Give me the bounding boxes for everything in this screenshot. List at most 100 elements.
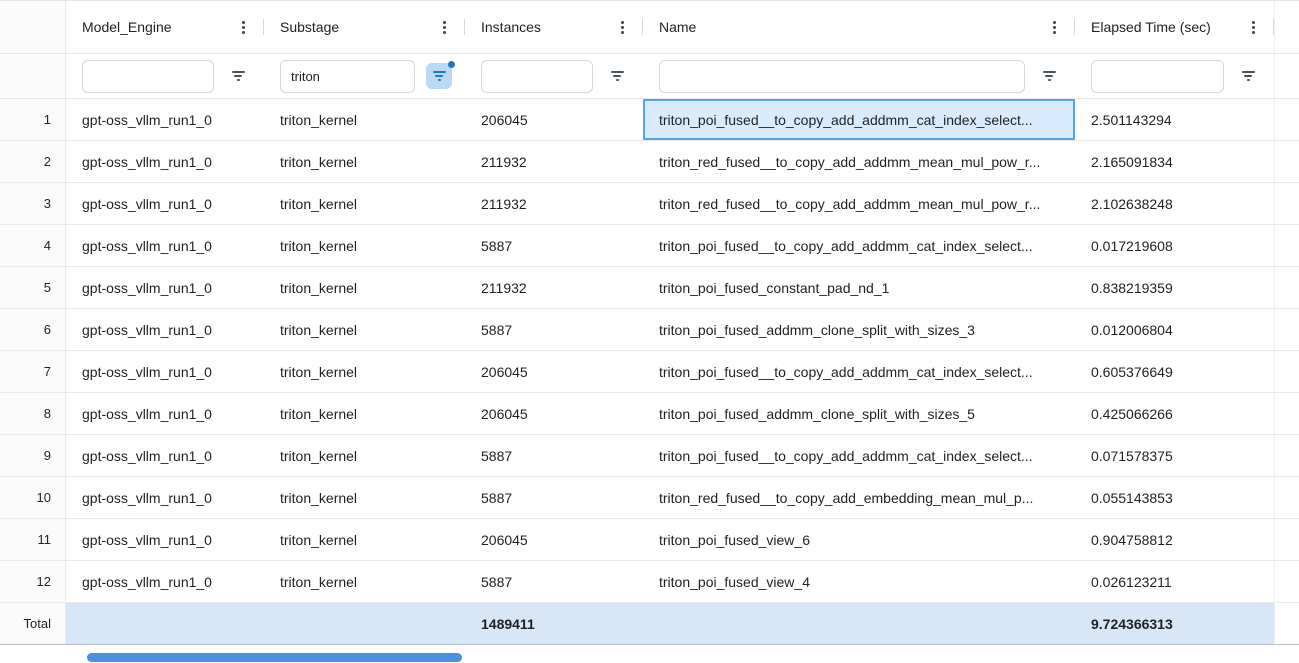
substage-filter-input[interactable] — [280, 60, 415, 93]
cell-name[interactable]: triton_poi_fused_addmm_clone_split_with_… — [643, 309, 1075, 350]
cell-model-engine[interactable]: gpt-oss_vllm_run1_0 — [66, 183, 264, 224]
filter-menu-button[interactable] — [1235, 63, 1261, 89]
column-menu-icon[interactable] — [232, 15, 254, 39]
filter-row — [0, 54, 1299, 99]
row-number: 4 — [0, 225, 66, 266]
table-row: 7gpt-oss_vllm_run1_0triton_kernel206045t… — [0, 351, 1299, 393]
instances-filter-input[interactable] — [481, 60, 593, 93]
total-instances-value: 1489411 — [465, 603, 643, 644]
table-row: 6gpt-oss_vllm_run1_0triton_kernel5887tri… — [0, 309, 1299, 351]
cell-elapsed[interactable]: 2.102638248 — [1075, 183, 1274, 224]
cell-instances[interactable]: 5887 — [465, 309, 643, 350]
cell-instances[interactable]: 206045 — [465, 519, 643, 560]
cell-name[interactable]: triton_red_fused__to_copy_add_embedding_… — [643, 477, 1075, 518]
cell-model-engine[interactable]: gpt-oss_vllm_run1_0 — [66, 519, 264, 560]
model-engine-filter-input[interactable] — [82, 60, 214, 93]
cell-instances[interactable]: 211932 — [465, 267, 643, 308]
filter-menu-button[interactable] — [604, 63, 630, 89]
cell-instances[interactable]: 206045 — [465, 99, 643, 140]
cell-instances[interactable]: 5887 — [465, 435, 643, 476]
cell-name[interactable]: triton_red_fused__to_copy_add_addmm_mean… — [643, 183, 1075, 224]
cell-model-engine[interactable]: gpt-oss_vllm_run1_0 — [66, 351, 264, 392]
column-menu-icon[interactable] — [1043, 15, 1065, 39]
cell-substage[interactable]: triton_kernel — [264, 561, 465, 602]
cell-substage[interactable]: triton_kernel — [264, 183, 465, 224]
row-number: 2 — [0, 141, 66, 182]
column-header-name[interactable]: Name — [643, 1, 1075, 53]
table-row: 8gpt-oss_vllm_run1_0triton_kernel206045t… — [0, 393, 1299, 435]
column-menu-icon[interactable] — [611, 15, 633, 39]
cell-substage[interactable]: triton_kernel — [264, 393, 465, 434]
cell-name[interactable]: triton_poi_fused__to_copy_add_addmm_cat_… — [643, 351, 1075, 392]
column-header-model-engine[interactable]: Model_Engine — [66, 1, 264, 53]
cell-name[interactable]: triton_poi_fused_view_6 — [643, 519, 1075, 560]
name-filter-input[interactable] — [659, 60, 1025, 93]
cell-model-engine[interactable]: gpt-oss_vllm_run1_0 — [66, 141, 264, 182]
cell-model-engine[interactable]: gpt-oss_vllm_run1_0 — [66, 225, 264, 266]
cell-substage[interactable]: triton_kernel — [264, 435, 465, 476]
cell-model-engine[interactable]: gpt-oss_vllm_run1_0 — [66, 435, 264, 476]
cell-model-engine[interactable]: gpt-oss_vllm_run1_0 — [66, 477, 264, 518]
cell-instances[interactable]: 211932 — [465, 183, 643, 224]
filter-menu-button[interactable] — [1036, 63, 1062, 89]
cell-elapsed[interactable]: 0.026123211 — [1075, 561, 1274, 602]
cell-substage[interactable]: triton_kernel — [264, 309, 465, 350]
row-number: 9 — [0, 435, 66, 476]
cell-name[interactable]: triton_poi_fused_addmm_clone_split_with_… — [643, 393, 1075, 434]
cell-elapsed[interactable]: 2.165091834 — [1075, 141, 1274, 182]
elapsed-time-filter-input[interactable] — [1091, 60, 1224, 93]
row-number: 8 — [0, 393, 66, 434]
cell-substage[interactable]: triton_kernel — [264, 225, 465, 266]
cell-substage[interactable]: triton_kernel — [264, 141, 465, 182]
cell-name[interactable]: triton_red_fused__to_copy_add_addmm_mean… — [643, 141, 1075, 182]
cell-name[interactable]: triton_poi_fused__to_copy_add_addmm_cat_… — [643, 99, 1075, 140]
filter-filler — [1274, 54, 1299, 98]
table-row: 9gpt-oss_vllm_run1_0triton_kernel5887tri… — [0, 435, 1299, 477]
cell-name[interactable]: triton_poi_fused_constant_pad_nd_1 — [643, 267, 1075, 308]
cell-model-engine[interactable]: gpt-oss_vllm_run1_0 — [66, 561, 264, 602]
cell-elapsed[interactable]: 0.012006804 — [1075, 309, 1274, 350]
cell-substage[interactable]: triton_kernel — [264, 267, 465, 308]
cell-elapsed[interactable]: 0.838219359 — [1075, 267, 1274, 308]
table-row: 11gpt-oss_vllm_run1_0triton_kernel206045… — [0, 519, 1299, 561]
column-header-elapsed-time[interactable]: Elapsed Time (sec) — [1075, 1, 1274, 53]
cell-instances[interactable]: 206045 — [465, 393, 643, 434]
cell-instances[interactable]: 206045 — [465, 351, 643, 392]
cell-elapsed[interactable]: 0.605376649 — [1075, 351, 1274, 392]
cell-model-engine[interactable]: gpt-oss_vllm_run1_0 — [66, 99, 264, 140]
filter-menu-button-active[interactable] — [426, 63, 452, 89]
column-menu-icon[interactable] — [1242, 15, 1264, 39]
header-filler — [1274, 1, 1299, 53]
cell-substage[interactable]: triton_kernel — [264, 519, 465, 560]
total-name-cell — [643, 603, 1075, 644]
cell-model-engine[interactable]: gpt-oss_vllm_run1_0 — [66, 393, 264, 434]
cell-name[interactable]: triton_poi_fused__to_copy_add_addmm_cat_… — [643, 225, 1075, 266]
cell-elapsed[interactable]: 0.904758812 — [1075, 519, 1274, 560]
filter-icon — [433, 71, 446, 81]
cell-elapsed[interactable]: 0.055143853 — [1075, 477, 1274, 518]
cell-instances[interactable]: 5887 — [465, 477, 643, 518]
filter-menu-button[interactable] — [225, 63, 251, 89]
column-header-substage[interactable]: Substage — [264, 1, 465, 53]
filter-cell-instances — [465, 54, 643, 98]
cell-instances[interactable]: 5887 — [465, 225, 643, 266]
cell-name[interactable]: triton_poi_fused__to_copy_add_addmm_cat_… — [643, 435, 1075, 476]
data-grid: Model_Engine Substage Instances Name Ela… — [0, 0, 1299, 663]
cell-elapsed[interactable]: 0.071578375 — [1075, 435, 1274, 476]
cell-model-engine[interactable]: gpt-oss_vllm_run1_0 — [66, 267, 264, 308]
cell-substage[interactable]: triton_kernel — [264, 99, 465, 140]
cell-instances[interactable]: 5887 — [465, 561, 643, 602]
right-gutter-line — [1274, 1, 1275, 646]
cell-model-engine[interactable]: gpt-oss_vllm_run1_0 — [66, 309, 264, 350]
cell-elapsed[interactable]: 0.017219608 — [1075, 225, 1274, 266]
column-menu-icon[interactable] — [433, 15, 455, 39]
total-row-main: 1489411 9.724366313 — [66, 603, 1274, 644]
cell-substage[interactable]: triton_kernel — [264, 477, 465, 518]
column-header-instances[interactable]: Instances — [465, 1, 643, 53]
cell-substage[interactable]: triton_kernel — [264, 351, 465, 392]
cell-name[interactable]: triton_poi_fused_view_4 — [643, 561, 1075, 602]
horizontal-scrollbar-thumb[interactable] — [87, 653, 462, 662]
cell-elapsed[interactable]: 0.425066266 — [1075, 393, 1274, 434]
cell-elapsed[interactable]: 2.501143294 — [1075, 99, 1274, 140]
cell-instances[interactable]: 211932 — [465, 141, 643, 182]
